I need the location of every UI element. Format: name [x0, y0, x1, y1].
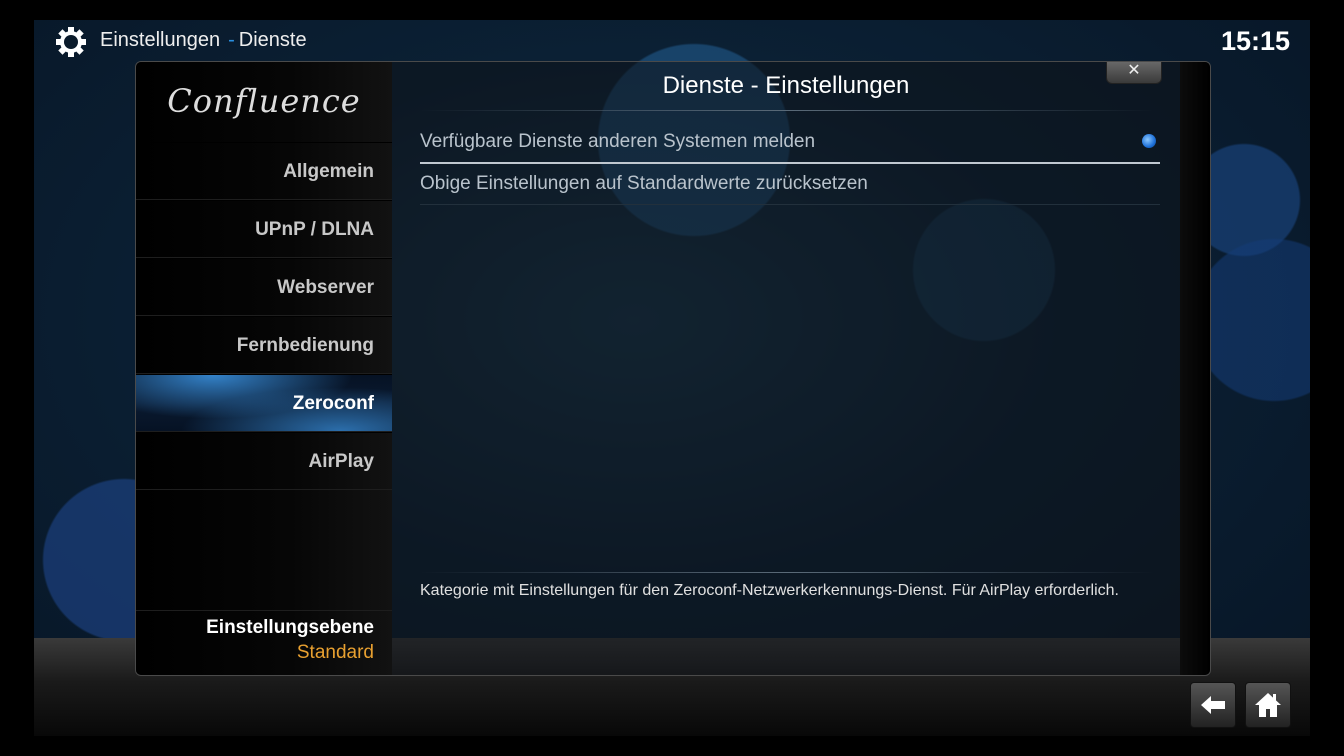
setting-reset-defaults[interactable]: Obige Einstellungen auf Standardwerte zu… — [420, 164, 1160, 205]
title-divider — [420, 110, 1155, 111]
scrollbar-track — [1180, 62, 1210, 675]
dialog-title: Dienste - Einstellungen — [662, 72, 910, 99]
settings-level-value: Standard — [296, 642, 374, 663]
radio-on-icon[interactable] — [1142, 134, 1156, 148]
description-divider — [420, 572, 1155, 573]
sidebar-item-allgemein[interactable]: Allgemein — [136, 142, 392, 200]
setting-label: Verfügbare Dienste anderen Systemen meld… — [420, 131, 816, 152]
gear-icon — [56, 27, 86, 57]
home-button[interactable] — [1245, 682, 1291, 728]
logo: Confluence — [167, 82, 361, 120]
sidebar: Confluence Allgemein UPnP / DLNA Webserv… — [136, 62, 392, 675]
sidebar-item-upnp-dlna[interactable]: UPnP / DLNA — [136, 200, 392, 258]
settings-level-button[interactable]: Einstellungsebene Standard — [136, 610, 392, 664]
breadcrumb-section: Einstellungen — [100, 29, 221, 51]
sidebar-item-fernbedienung[interactable]: Fernbedienung — [136, 316, 392, 374]
sidebar-item-zeroconf[interactable]: Zeroconf — [136, 374, 392, 432]
sidebar-item-airplay[interactable]: AirPlay — [136, 432, 392, 490]
breadcrumb: Einstellungen - Dienste — [100, 29, 307, 52]
setting-label: Obige Einstellungen auf Standardwerte zu… — [420, 173, 868, 194]
back-button[interactable] — [1190, 682, 1236, 728]
settings-dialog: Confluence Allgemein UPnP / DLNA Webserv… — [135, 61, 1211, 676]
settings-list: Verfügbare Dienste anderen Systemen meld… — [420, 122, 1160, 205]
close-button[interactable]: ✕ — [1106, 62, 1162, 84]
breadcrumb-separator: - — [228, 29, 235, 51]
home-icon — [1255, 693, 1281, 717]
sidebar-nav: Allgemein UPnP / DLNA Webserver Fernbedi… — [136, 142, 392, 490]
back-arrow-icon — [1201, 696, 1225, 714]
setting-announce-services[interactable]: Verfügbare Dienste anderen Systemen meld… — [420, 122, 1160, 164]
category-description: Kategorie mit Einstellungen für den Zero… — [420, 582, 1119, 599]
sidebar-item-webserver[interactable]: Webserver — [136, 258, 392, 316]
settings-level-label: Einstellungsebene — [206, 617, 374, 638]
breadcrumb-subsection: Dienste — [238, 29, 307, 51]
clock: 15:15 — [1220, 26, 1290, 56]
